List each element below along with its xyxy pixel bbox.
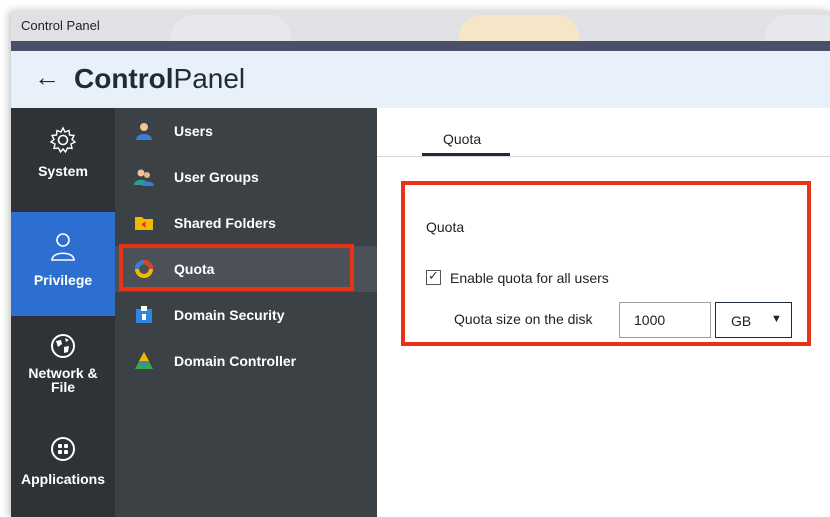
header-strip	[11, 41, 830, 51]
rail-item-privilege[interactable]: Privilege	[11, 212, 115, 316]
domain-controller-icon	[135, 352, 153, 369]
menu-item-label: Domain Security	[174, 307, 285, 323]
app-title-bold: Control	[74, 63, 174, 94]
menu-item-user-groups[interactable]: User Groups	[115, 154, 377, 200]
menu-item-domain-controller[interactable]: Domain Controller	[115, 338, 377, 384]
privilege-menu: Users User Groups Shared Folders Quota D…	[115, 108, 377, 517]
rail-item-label: Network & File	[28, 365, 98, 395]
tab-quota[interactable]: Quota	[422, 131, 510, 156]
title-bar: Control Panel	[11, 11, 830, 59]
menu-item-label: Shared Folders	[174, 215, 276, 231]
rail-item-label: System	[38, 163, 88, 179]
tab-bar: Quota	[377, 108, 830, 157]
rail-item-label: Applications	[20, 471, 105, 487]
app-header: ← ControlPanel	[11, 51, 830, 108]
menu-item-shared-folders[interactable]: Shared Folders	[115, 200, 377, 246]
app-title-light: Panel	[173, 63, 246, 94]
user-icon	[51, 233, 75, 261]
user-icon	[136, 123, 152, 140]
tab-label: Quota	[443, 131, 482, 147]
rail-item-label: Privilege	[33, 272, 93, 288]
shared-folder-icon	[135, 217, 153, 230]
menu-item-label: Users	[174, 123, 213, 139]
rail-item-system[interactable]: System	[11, 108, 115, 212]
back-arrow-icon[interactable]: ←	[34, 64, 60, 90]
apps-icon	[51, 437, 75, 461]
menu-item-domain-security[interactable]: Domain Security	[115, 292, 377, 338]
user-group-icon	[134, 169, 154, 186]
rail-item-applications[interactable]: Applications	[11, 419, 115, 517]
rail-item-network-file[interactable]: Network & File	[11, 316, 115, 419]
menu-item-label: Domain Controller	[174, 353, 297, 369]
category-rail: System Privilege Network & File Applicat…	[11, 108, 115, 517]
app-title: ControlPanel	[74, 63, 245, 95]
gear-icon	[49, 126, 77, 154]
control-panel-window: Control Panel ← ControlPanel System Priv…	[11, 11, 830, 517]
menu-item-users[interactable]: Users	[115, 108, 377, 154]
globe-icon	[51, 334, 75, 358]
annotation-highlight-quota-settings	[401, 181, 811, 346]
annotation-highlight-quota-menu	[119, 244, 354, 291]
menu-item-label: User Groups	[174, 169, 259, 185]
domain-security-icon	[136, 306, 152, 323]
window-title: Control Panel	[21, 18, 100, 33]
